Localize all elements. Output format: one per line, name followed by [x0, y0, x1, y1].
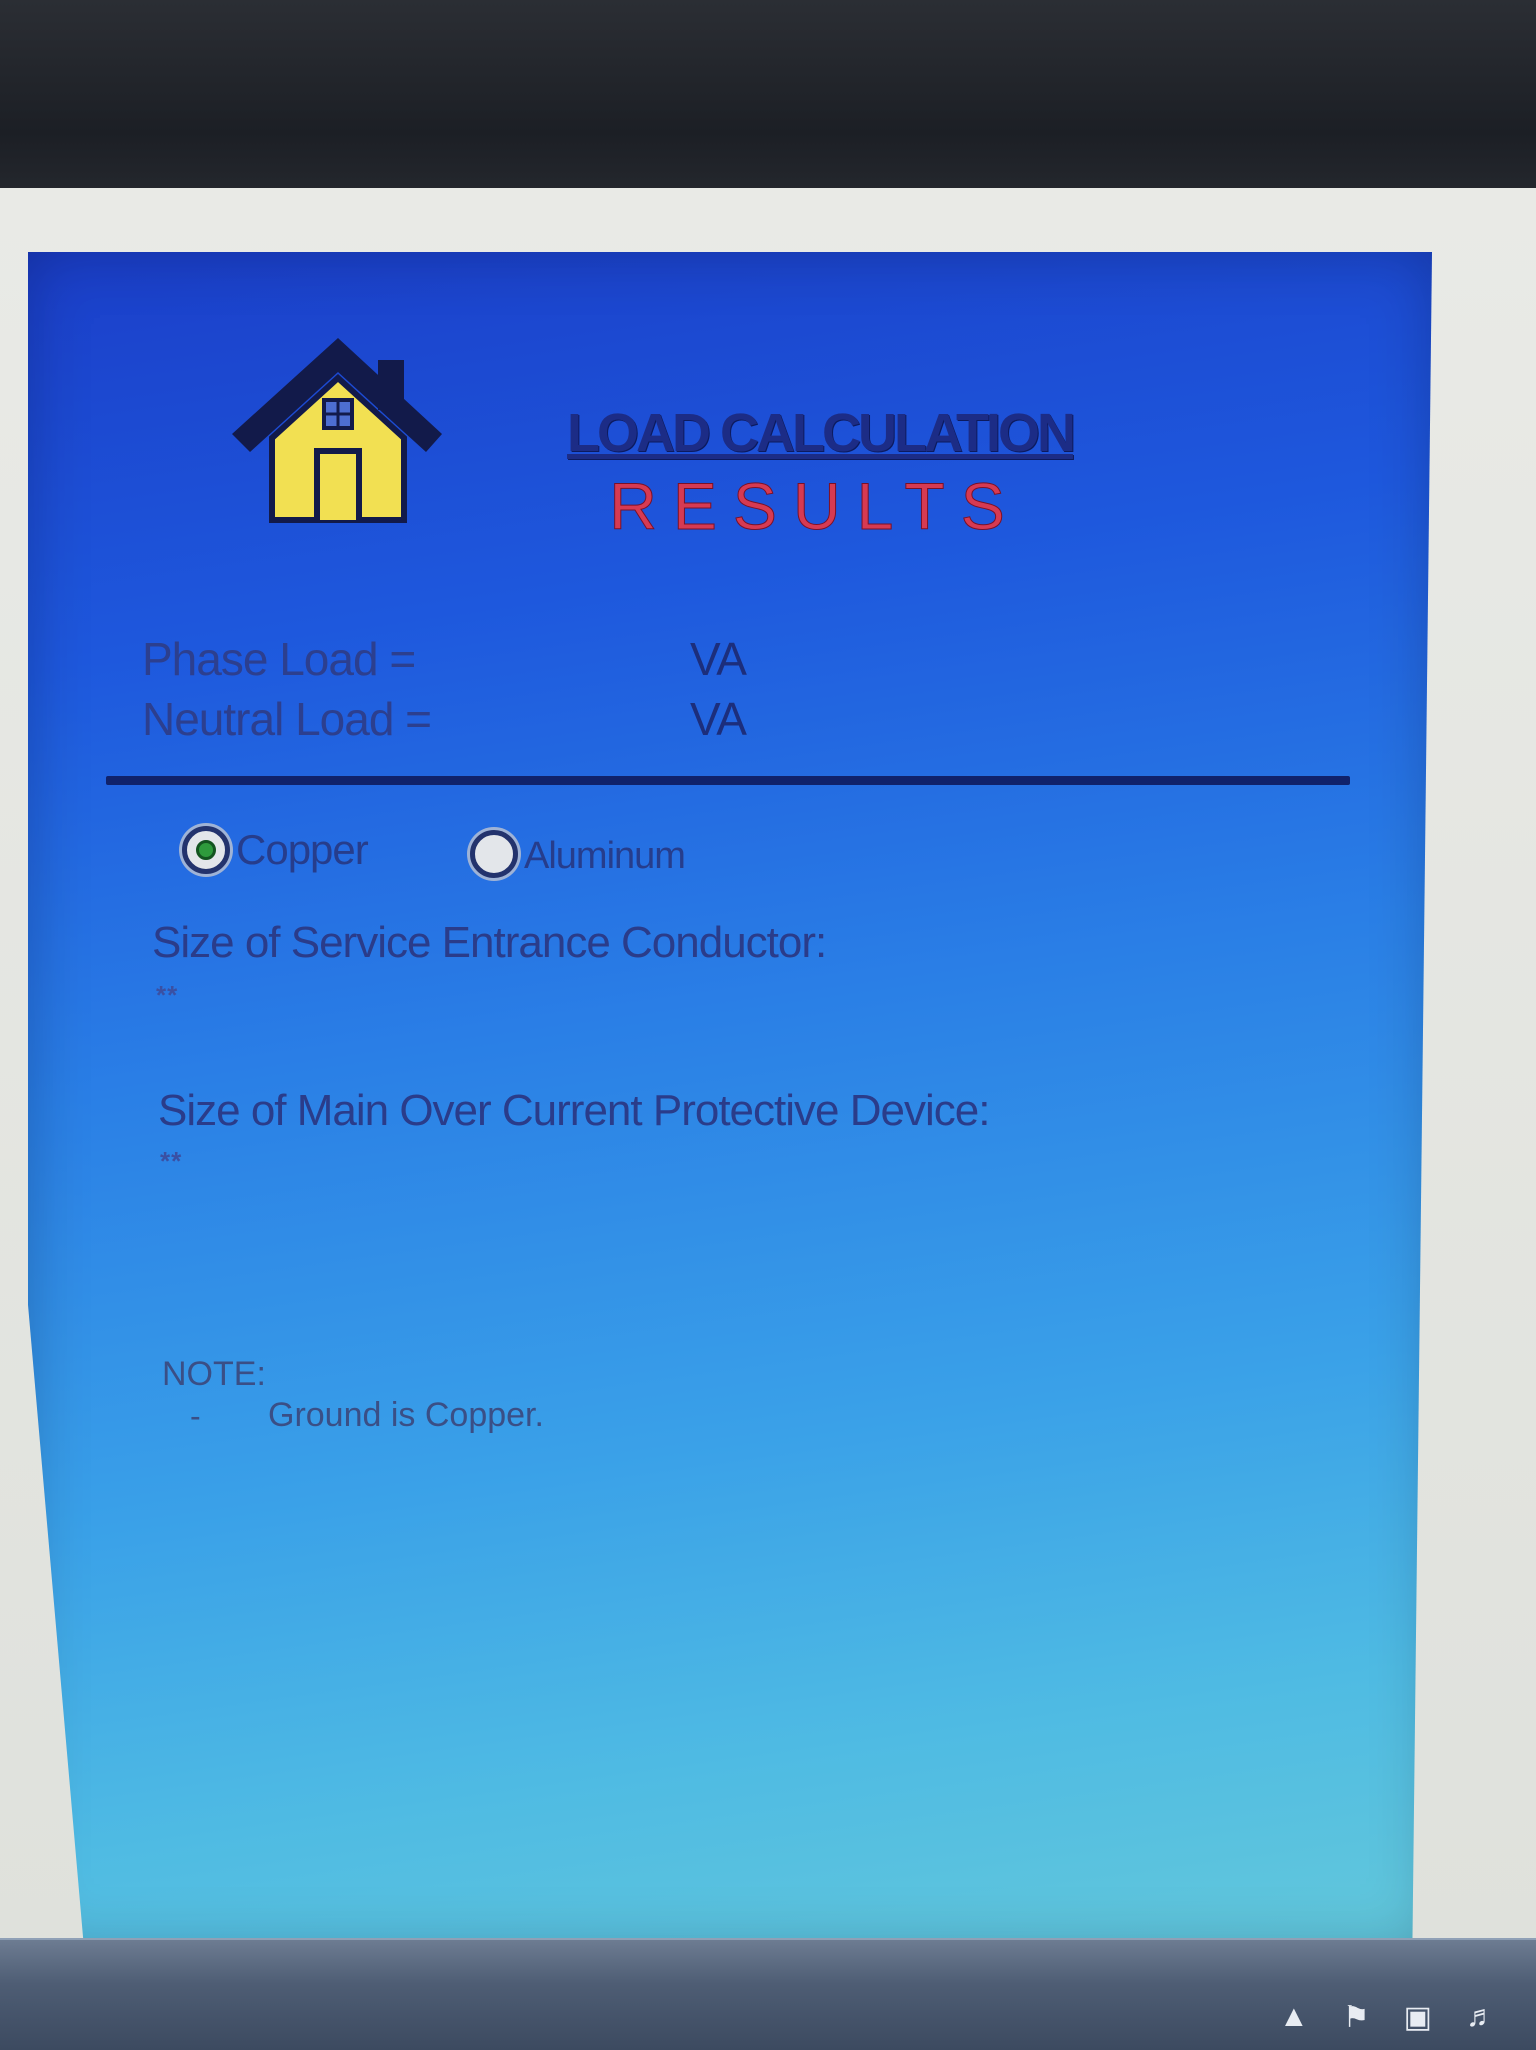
app-subtitle: RESULTS	[609, 469, 1021, 544]
flag-icon[interactable]: ⚑	[1343, 2000, 1370, 2035]
network-icon[interactable]: ▣	[1404, 2000, 1432, 2035]
ocpd-value: **	[160, 1146, 183, 1176]
ocpd-label: Size of Main Over Current Protective Dev…	[158, 1086, 990, 1135]
up-arrow-icon[interactable]: ▲	[1279, 2000, 1309, 2035]
radio-copper[interactable]: Copper	[182, 826, 369, 874]
radio-copper-label: Copper	[236, 826, 369, 873]
house-icon	[232, 338, 442, 523]
radio-selected-icon[interactable]	[182, 826, 230, 874]
monitor-top-area	[0, 0, 1536, 190]
note-title: NOTE:	[162, 1355, 266, 1393]
neutral-load-label: Neutral Load =	[142, 693, 432, 745]
service-conductor-value: **	[156, 980, 179, 1010]
service-conductor-label: Size of Service Entrance Conductor:	[152, 918, 827, 967]
radio-unselected-icon[interactable]	[470, 830, 518, 878]
app-title: LOAD CALCULATION	[567, 403, 1076, 463]
note-text: Ground is Copper.	[268, 1396, 544, 1434]
phase-load-label: Phase Load =	[142, 633, 416, 685]
divider	[106, 776, 1350, 785]
phase-load-unit: VA	[690, 633, 747, 685]
radio-aluminum[interactable]: Aluminum	[470, 830, 686, 878]
system-tray: ▲ ⚑ ▣ ♬	[1279, 2000, 1496, 2035]
radio-aluminum-label: Aluminum	[524, 834, 686, 877]
note-bullet: -	[190, 1398, 201, 1434]
neutral-load-unit: VA	[690, 693, 747, 745]
speaker-icon[interactable]: ♬	[1466, 2000, 1496, 2035]
